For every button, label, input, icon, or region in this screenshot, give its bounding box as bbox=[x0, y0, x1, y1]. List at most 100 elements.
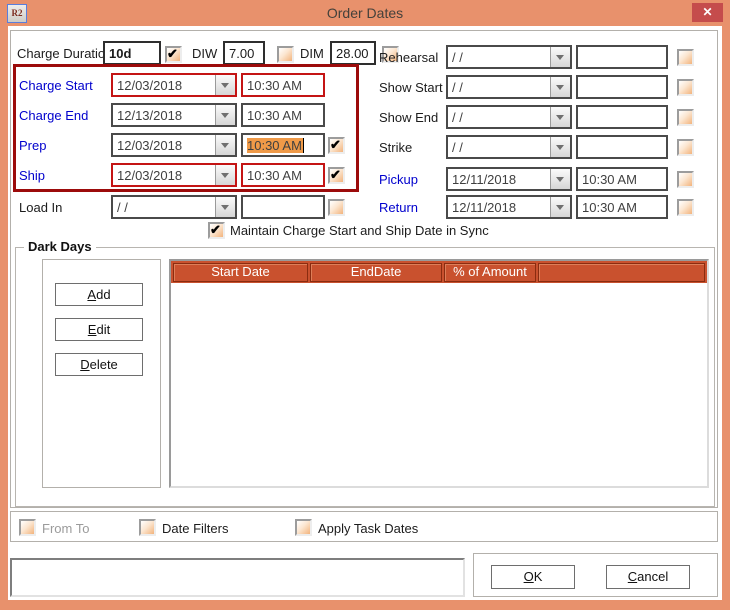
charge-end-label: Charge End bbox=[19, 108, 88, 123]
pickup-checkbox[interactable] bbox=[677, 171, 694, 188]
prep-date-value: 12/03/2018 bbox=[117, 138, 182, 153]
ship-date-value: 12/03/2018 bbox=[117, 168, 182, 183]
charge-end-time-field[interactable]: 10:30 AM bbox=[241, 103, 325, 127]
edit-button[interactable]: Edit bbox=[55, 318, 143, 341]
rehearsal-label: Rehearsal bbox=[379, 50, 438, 65]
show-end-checkbox[interactable] bbox=[677, 109, 694, 126]
ship-time-field[interactable]: 10:30 AM bbox=[241, 163, 325, 187]
dark-days-title: Dark Days bbox=[24, 239, 96, 254]
close-button[interactable]: ✕ bbox=[692, 3, 723, 22]
chevron-down-icon[interactable] bbox=[215, 165, 235, 185]
diw-input[interactable]: 7.00 bbox=[223, 41, 265, 65]
load-in-label: Load In bbox=[19, 200, 62, 215]
dim-input[interactable]: 28.00 bbox=[330, 41, 376, 65]
load-in-checkbox[interactable] bbox=[328, 199, 345, 216]
pickup-time-field[interactable]: 10:30 AM bbox=[576, 167, 668, 191]
ok-button[interactable]: OK bbox=[491, 565, 575, 589]
pickup-date-combo[interactable]: 12/11/2018 bbox=[446, 167, 572, 191]
load-in-date-value: / / bbox=[117, 200, 128, 215]
from-to-label: From To bbox=[42, 521, 89, 536]
apply-task-dates-checkbox[interactable] bbox=[295, 519, 312, 536]
prep-time-selected-text: 10:30 AM bbox=[247, 138, 304, 153]
show-start-checkbox[interactable] bbox=[677, 79, 694, 96]
return-checkbox[interactable] bbox=[677, 199, 694, 216]
charge-start-time-field[interactable]: 10:30 AM bbox=[241, 73, 325, 97]
chevron-down-icon[interactable] bbox=[550, 107, 570, 127]
return-time-field[interactable]: 10:30 AM bbox=[576, 195, 668, 219]
charge-end-date-value: 12/13/2018 bbox=[117, 108, 182, 123]
ship-label: Ship bbox=[19, 168, 45, 183]
strike-date-value: / / bbox=[452, 140, 463, 155]
delete-button[interactable]: Delete bbox=[55, 353, 143, 376]
chevron-down-icon[interactable] bbox=[215, 135, 235, 155]
rehearsal-date-value: / / bbox=[452, 50, 463, 65]
column-header-end-date[interactable]: EndDate bbox=[310, 263, 442, 282]
strike-time-field[interactable] bbox=[576, 135, 668, 159]
date-filters-label: Date Filters bbox=[162, 521, 228, 536]
close-icon: ✕ bbox=[702, 5, 712, 19]
charge-start-label: Charge Start bbox=[19, 78, 93, 93]
show-start-date-combo[interactable]: / / bbox=[446, 75, 572, 99]
show-start-label: Show Start bbox=[379, 80, 443, 95]
sync-checkbox[interactable] bbox=[208, 222, 225, 239]
prep-time-field[interactable]: 10:30 AM bbox=[241, 133, 325, 157]
show-end-label: Show End bbox=[379, 110, 438, 125]
strike-checkbox[interactable] bbox=[677, 139, 694, 156]
prep-label: Prep bbox=[19, 138, 46, 153]
pickup-label: Pickup bbox=[379, 172, 418, 187]
footer-buttons-panel: OK Cancel bbox=[473, 553, 718, 597]
prep-date-combo[interactable]: 12/03/2018 bbox=[111, 133, 237, 157]
title-bar[interactable]: R2 Order Dates ✕ bbox=[0, 0, 730, 26]
charge-start-date-combo[interactable]: 12/03/2018 bbox=[111, 73, 237, 97]
rehearsal-checkbox[interactable] bbox=[677, 49, 694, 66]
table-header-row: Start Date EndDate % of Amount bbox=[171, 261, 707, 283]
order-dates-dialog: R2 Order Dates ✕ Charge Duration 10d DIW… bbox=[0, 0, 730, 610]
note-input[interactable] bbox=[10, 558, 465, 597]
show-end-time-field[interactable] bbox=[576, 105, 668, 129]
add-button[interactable]: Add bbox=[55, 283, 143, 306]
apply-task-dates-label: Apply Task Dates bbox=[318, 521, 418, 536]
show-start-time-field[interactable] bbox=[576, 75, 668, 99]
chevron-down-icon[interactable] bbox=[215, 75, 235, 95]
from-to-checkbox bbox=[19, 519, 36, 536]
chevron-down-icon[interactable] bbox=[550, 169, 570, 189]
load-in-date-combo[interactable]: / / bbox=[111, 195, 237, 219]
return-date-combo[interactable]: 12/11/2018 bbox=[446, 195, 572, 219]
diw-checkbox[interactable] bbox=[277, 46, 294, 63]
dark-days-group: Dark Days Add Edit Delete Start Date End… bbox=[15, 247, 715, 507]
chevron-down-icon[interactable] bbox=[550, 47, 570, 67]
chevron-down-icon[interactable] bbox=[215, 197, 235, 217]
show-end-date-combo[interactable]: / / bbox=[446, 105, 572, 129]
ship-date-combo[interactable]: 12/03/2018 bbox=[111, 163, 237, 187]
sync-checkbox-label: Maintain Charge Start and Ship Date in S… bbox=[230, 223, 489, 238]
charge-duration-checkbox[interactable] bbox=[165, 46, 182, 63]
form-panel: Charge Duration 10d DIW 7.00 DIM 28.00 C… bbox=[10, 30, 718, 508]
date-filters-checkbox[interactable] bbox=[139, 519, 156, 536]
chevron-down-icon[interactable] bbox=[550, 197, 570, 217]
chevron-down-icon[interactable] bbox=[550, 137, 570, 157]
chevron-down-icon[interactable] bbox=[215, 105, 235, 125]
column-header-filler bbox=[538, 263, 705, 282]
window-title: Order Dates bbox=[0, 0, 730, 26]
load-in-time-field[interactable] bbox=[241, 195, 325, 219]
cancel-button[interactable]: Cancel bbox=[606, 565, 690, 589]
charge-duration-input[interactable]: 10d bbox=[103, 41, 161, 65]
chevron-down-icon[interactable] bbox=[550, 77, 570, 97]
pickup-date-value: 12/11/2018 bbox=[452, 172, 516, 187]
show-end-date-value: / / bbox=[452, 110, 463, 125]
rehearsal-date-combo[interactable]: / / bbox=[446, 45, 572, 69]
dialog-content: Charge Duration 10d DIW 7.00 DIM 28.00 C… bbox=[8, 26, 722, 600]
prep-checkbox[interactable] bbox=[328, 137, 345, 154]
column-header-percent-amount[interactable]: % of Amount bbox=[444, 263, 536, 282]
return-date-value: 12/11/2018 bbox=[452, 200, 516, 215]
dark-days-table[interactable]: Start Date EndDate % of Amount bbox=[169, 259, 709, 488]
strike-date-combo[interactable]: / / bbox=[446, 135, 572, 159]
ship-checkbox[interactable] bbox=[328, 167, 345, 184]
column-header-start-date[interactable]: Start Date bbox=[173, 263, 308, 282]
diw-label: DIW bbox=[192, 46, 217, 61]
dim-label: DIM bbox=[300, 46, 324, 61]
filters-panel: From To Date Filters Apply Task Dates bbox=[10, 511, 718, 542]
rehearsal-time-field[interactable] bbox=[576, 45, 668, 69]
charge-duration-label: Charge Duration bbox=[17, 46, 112, 61]
charge-end-date-combo[interactable]: 12/13/2018 bbox=[111, 103, 237, 127]
